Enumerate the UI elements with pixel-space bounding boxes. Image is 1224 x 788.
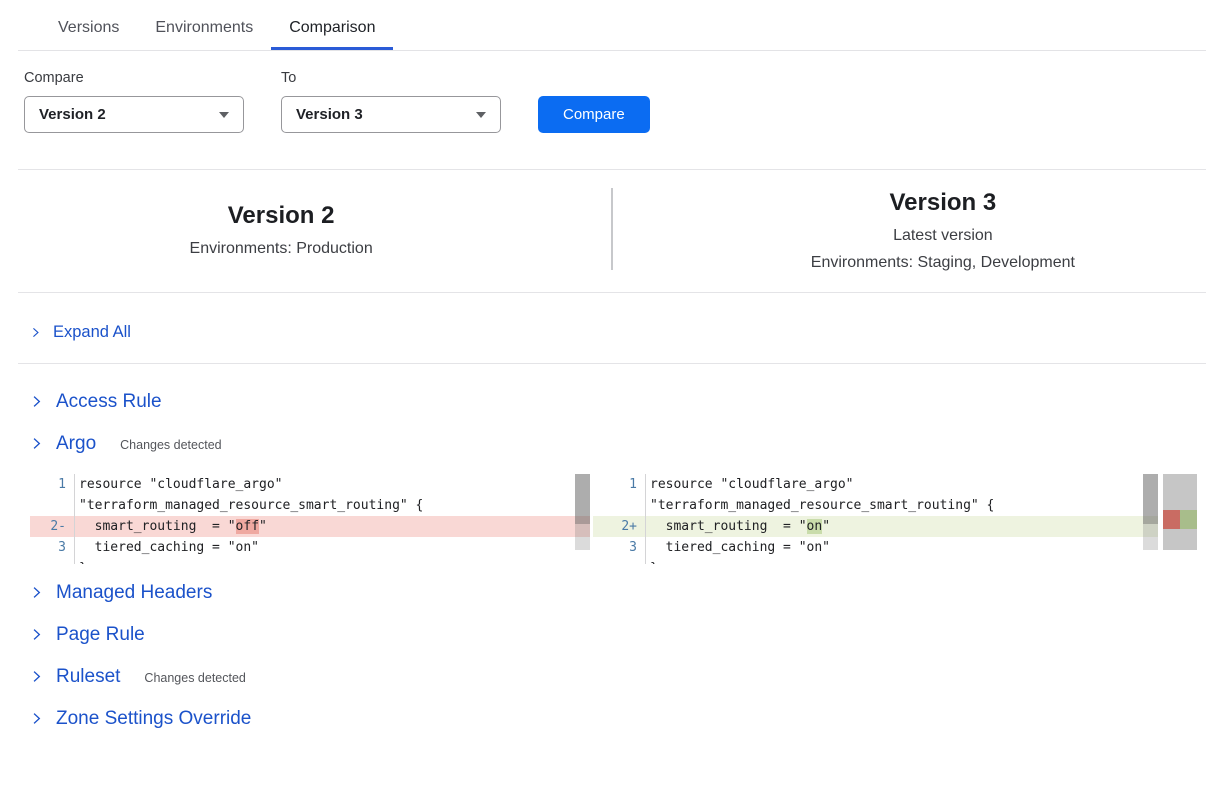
version-left-environments: Environments: Production xyxy=(24,235,538,262)
chevron-right-icon xyxy=(30,712,43,725)
code-line: 1 resource "cloudflare_argo" xyxy=(593,474,1158,495)
compare-label: Compare xyxy=(24,70,244,86)
chevron-right-icon xyxy=(30,586,43,599)
code-line-removed: 2- smart_routing = "off" xyxy=(30,516,590,537)
expand-all-label: Expand All xyxy=(53,323,131,342)
code-text: "terraform_managed_resource_smart_routin… xyxy=(75,495,590,516)
tab-environments[interactable]: Environments xyxy=(137,0,271,50)
changes-detected-badge: Changes detected xyxy=(144,669,245,685)
compare-from-select[interactable]: Version 2 xyxy=(24,96,244,133)
line-number: 3 xyxy=(30,537,66,558)
tab-bar: Versions Environments Comparison xyxy=(18,0,1206,51)
chevron-right-icon xyxy=(30,327,41,338)
tab-comparison[interactable]: Comparison xyxy=(271,0,393,50)
section-label: Zone Settings Override xyxy=(56,708,251,730)
divider xyxy=(18,363,1206,364)
compare-to-field: To Version 3 xyxy=(281,70,501,133)
compare-from-field: Compare Version 2 xyxy=(24,70,244,133)
compare-to-value: Version 3 xyxy=(296,106,363,123)
code-text: resource "cloudflare_argo" xyxy=(646,474,1158,495)
diff-left-pane: 1 resource "cloudflare_argo" "terraform_m… xyxy=(30,474,590,564)
chevron-down-icon xyxy=(219,112,229,118)
line-number: 1 xyxy=(30,474,66,495)
code-text: smart_routing = "off" xyxy=(75,516,590,537)
compare-to-select[interactable]: Version 3 xyxy=(281,96,501,133)
version-headers: Version 2 Environments: Production Versi… xyxy=(0,170,1224,292)
section-zone-settings-override[interactable]: Zone Settings Override xyxy=(30,707,1224,730)
section-managed-headers[interactable]: Managed Headers xyxy=(30,581,1224,604)
compare-button[interactable]: Compare xyxy=(538,96,650,133)
removed-word-highlight: off xyxy=(236,519,259,534)
version-right-header: Version 3 Latest version Environments: S… xyxy=(686,180,1200,284)
compare-form: Compare Version 2 To Version 3 Compare xyxy=(0,51,1224,133)
section-label: Ruleset xyxy=(56,666,120,688)
expand-all-button[interactable]: Expand All xyxy=(0,293,1224,363)
code-text: resource "cloudflare_argo" xyxy=(75,474,590,495)
to-label: To xyxy=(281,70,501,86)
code-line: "terraform_managed_resource_smart_routin… xyxy=(593,495,1158,516)
section-label: Access Rule xyxy=(56,391,162,413)
section-argo[interactable]: Argo Changes detected xyxy=(30,432,1224,455)
chevron-right-icon xyxy=(30,395,43,408)
line-number: 1 xyxy=(593,474,637,495)
version-right-environments: Environments: Staging, Development xyxy=(686,249,1200,276)
changes-detected-badge: Changes detected xyxy=(120,436,221,452)
compare-from-value: Version 2 xyxy=(39,106,106,123)
line-number: 2- xyxy=(30,516,66,537)
vertical-divider xyxy=(611,188,613,270)
chevron-right-icon xyxy=(30,670,43,683)
diff-change-marker xyxy=(1163,510,1197,529)
line-number xyxy=(593,558,637,564)
line-number xyxy=(30,495,66,516)
chevron-right-icon xyxy=(30,437,43,450)
code-line: 3 tiered_caching = "on" xyxy=(593,537,1158,558)
code-line: 1 resource "cloudflare_argo" xyxy=(30,474,590,495)
scrollbar[interactable] xyxy=(575,474,590,550)
argo-diff-viewer: 1resource "cloudflare_argo" "terraform_m… xyxy=(30,474,1224,564)
line-number: 2+ xyxy=(593,516,637,537)
scrollbar-thumb[interactable] xyxy=(575,474,590,524)
version-left-title: Version 2 xyxy=(24,202,538,230)
code-text: "terraform_managed_resource_smart_routin… xyxy=(646,495,1158,516)
code-line: } xyxy=(30,558,590,564)
line-number xyxy=(30,558,66,564)
line-number xyxy=(593,495,637,516)
added-word-highlight: on xyxy=(807,519,823,534)
chevron-right-icon xyxy=(30,628,43,641)
diff-overview-ruler[interactable] xyxy=(1163,474,1197,550)
added-marker xyxy=(1180,510,1197,529)
code-text: smart_routing = "on" xyxy=(646,516,1158,537)
removed-marker xyxy=(1163,510,1180,529)
version-right-title: Version 3 xyxy=(686,189,1200,217)
section-label: Page Rule xyxy=(56,624,145,646)
chevron-down-icon xyxy=(476,112,486,118)
scrollbar-thumb[interactable] xyxy=(1143,474,1158,524)
diff-right-pane: 1 resource "cloudflare_argo" "terraform_m… xyxy=(593,474,1158,564)
code-line: "terraform_managed_resource_smart_routin… xyxy=(30,495,590,516)
section-access-rule[interactable]: Access Rule xyxy=(30,390,1224,413)
code-line-added: 2+ smart_routing = "on" xyxy=(593,516,1158,537)
code-line: 3 tiered_caching = "on" xyxy=(30,537,590,558)
tab-versions[interactable]: Versions xyxy=(40,0,137,50)
section-ruleset[interactable]: Ruleset Changes detected xyxy=(30,665,1224,688)
code-text: tiered_caching = "on" xyxy=(646,537,1158,558)
line-number: 3 xyxy=(593,537,637,558)
code-line: } xyxy=(593,558,1158,564)
section-page-rule[interactable]: Page Rule xyxy=(30,623,1224,646)
code-text: tiered_caching = "on" xyxy=(75,537,590,558)
section-label: Argo xyxy=(56,433,96,455)
scrollbar[interactable] xyxy=(1143,474,1158,550)
section-label: Managed Headers xyxy=(56,582,212,604)
version-right-subtitle: Latest version xyxy=(686,222,1200,249)
code-text: } xyxy=(646,558,1158,564)
code-text: } xyxy=(75,558,590,564)
version-left-header: Version 2 Environments: Production xyxy=(24,180,538,284)
